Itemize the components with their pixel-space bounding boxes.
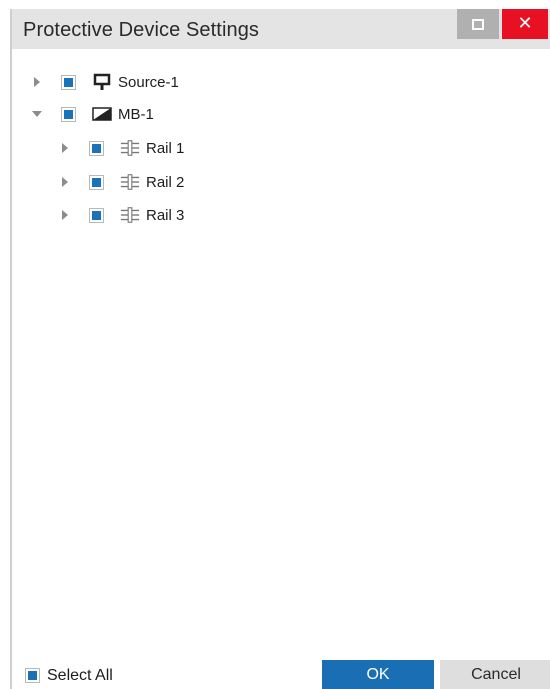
expand-arrow-icon[interactable] [31,76,43,88]
main-board-icon [92,105,112,123]
tree-row-rail-2[interactable]: Rail 2 [59,167,184,197]
tree-row-rail-3[interactable]: Rail 3 [59,200,184,230]
tree-row-mb-1[interactable]: MB-1 [31,99,154,129]
rail-icon [120,173,140,191]
tree-checkbox[interactable] [61,74,76,90]
tree-checkbox[interactable] [89,140,104,156]
tree-item-label: Rail 1 [146,139,185,157]
ok-button[interactable]: OK [322,660,434,689]
tree-checkbox[interactable] [61,106,76,122]
select-all-label[interactable]: Select All [47,667,113,685]
source-icon [92,73,112,91]
tree-checkbox[interactable] [89,207,104,223]
close-icon: ✕ [517,13,533,34]
maximize-icon [472,18,484,30]
maximize-button[interactable] [457,9,499,39]
dialog-title: Protective Device Settings [23,19,260,41]
collapse-arrow-icon[interactable] [31,108,43,120]
tree-checkbox[interactable] [89,174,104,190]
select-all-checkbox[interactable] [25,668,40,683]
tree-item-label: Rail 2 [146,173,185,191]
cancel-button[interactable]: Cancel [440,660,550,689]
close-button[interactable]: ✕ [502,9,548,39]
tree-row-rail-1[interactable]: Rail 1 [59,133,184,163]
checkbox-fill [28,671,37,680]
tree-item-label: Source-1 [118,73,179,91]
expand-arrow-icon[interactable] [59,176,71,188]
tree-item-label: Rail 3 [146,206,185,224]
tree-item-label: MB-1 [118,105,154,123]
protective-device-settings-dialog: Protective Device Settings ✕ Source-1 MB… [10,9,550,689]
expand-arrow-icon[interactable] [59,142,71,154]
tree-row-source-1[interactable]: Source-1 [31,67,179,97]
rail-icon [120,206,140,224]
rail-icon [120,139,140,157]
title-bar[interactable]: Protective Device Settings ✕ [12,9,550,49]
expand-arrow-icon[interactable] [59,209,71,221]
